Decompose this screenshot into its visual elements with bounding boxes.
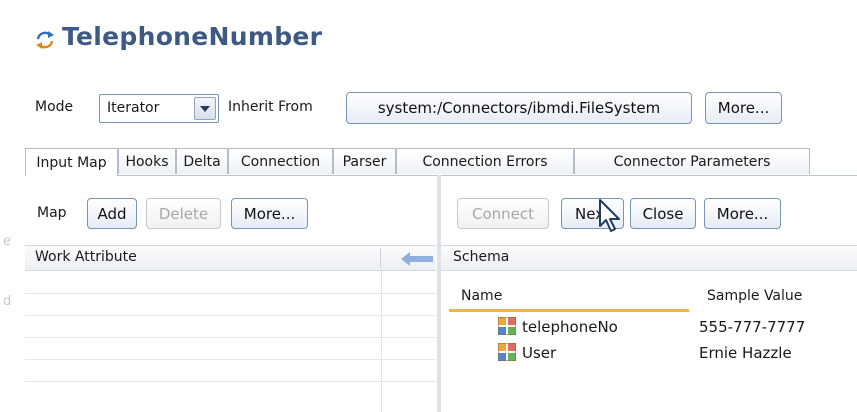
tab-delta[interactable]: Delta [176, 148, 228, 174]
schema-label: Schema [453, 249, 510, 265]
work-attribute-column: Work Attribute [35, 249, 137, 265]
schema-row-name[interactable]: User [522, 344, 556, 362]
map-label: Map [37, 205, 67, 221]
tab-bar: Input Map Hooks Delta Connection Parser … [25, 148, 857, 176]
schema-row-sample: 555-777-7777 [699, 318, 806, 336]
work-attribute-header: Work Attribute [25, 245, 436, 271]
column-separator [380, 248, 381, 268]
mode-select[interactable]: Iterator [99, 94, 219, 123]
refresh-icon [36, 31, 54, 49]
tab-hooks[interactable]: Hooks [118, 148, 176, 174]
background-text: e [3, 234, 11, 249]
mouse-cursor-icon [599, 199, 620, 232]
inherit-more-button[interactable]: More... [705, 92, 782, 124]
tab-connection[interactable]: Connection [228, 148, 333, 174]
sort-indicator [449, 309, 689, 312]
inherit-from-button[interactable]: system:/Connectors/ibmdi.FileSystem [346, 92, 692, 124]
inherit-from-label: Inherit From [228, 99, 313, 115]
connect-button[interactable]: Connect [457, 198, 549, 229]
delete-button[interactable]: Delete [146, 198, 221, 229]
schema-header: Schema [441, 245, 857, 271]
grid-line [25, 293, 436, 294]
mode-label: Mode [35, 99, 74, 115]
close-button[interactable]: Close [630, 198, 696, 229]
left-more-button[interactable]: More... [231, 198, 308, 229]
schema-column-header: Name Sample Value [449, 284, 857, 312]
grid-column-line [381, 271, 382, 412]
tab-input-map[interactable]: Input Map [25, 148, 118, 176]
grid-line [25, 337, 436, 338]
right-more-button[interactable]: More... [704, 198, 781, 229]
background-text: d [3, 294, 12, 309]
tab-parser[interactable]: Parser [333, 148, 396, 174]
schema-panel: Connect Next Close More... Schema Name S… [441, 175, 857, 412]
schema-row-name[interactable]: telephoneNo [522, 318, 618, 336]
grid-line [25, 381, 436, 382]
tab-connection-errors[interactable]: Connection Errors [396, 148, 574, 174]
add-button[interactable]: Add [87, 198, 137, 229]
attribute-icon [498, 343, 516, 361]
left-arrow-icon[interactable] [401, 251, 433, 267]
mode-value: Iterator [107, 100, 160, 116]
grid-line [25, 315, 436, 316]
sample-value-column[interactable]: Sample Value [707, 288, 802, 304]
attribute-icon [498, 317, 516, 335]
name-column[interactable]: Name [461, 288, 502, 304]
dropdown-arrow-icon[interactable] [194, 97, 216, 120]
grid-line [25, 359, 436, 360]
input-map-panel: Map Add Delete More... Work Attribute [25, 175, 436, 412]
page-title: TelephoneNumber [62, 22, 323, 51]
schema-row-sample: Ernie Hazzle [699, 344, 792, 362]
tab-connector-parameters[interactable]: Connector Parameters [574, 148, 810, 174]
